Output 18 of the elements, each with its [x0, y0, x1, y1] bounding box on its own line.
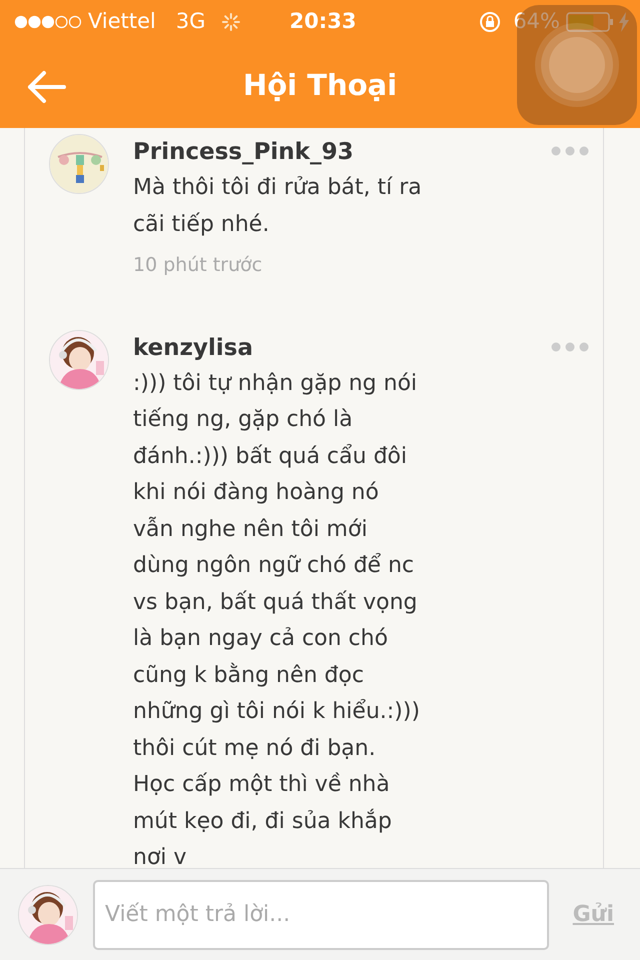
network-type: 3G	[176, 8, 206, 36]
timestamp: 10 phút trước	[133, 253, 264, 278]
loading-spinner-icon	[222, 13, 240, 31]
author-name[interactable]: Princess_Pink_93	[133, 134, 422, 170]
reply-input-field[interactable]: Viết một trả lời...	[93, 880, 549, 950]
back-arrow-icon[interactable]	[26, 70, 66, 104]
more-options-icon[interactable]	[551, 146, 589, 156]
comment-text: Mà thôi tôi đi rửa bát, tí ra cãi tiếp nhé.	[133, 174, 422, 238]
screen-title: Hội Thoại	[242, 67, 398, 104]
more-options-icon[interactable]	[551, 342, 589, 352]
charging-bolt-icon	[618, 12, 630, 32]
signal-icon	[14, 15, 82, 29]
carrier-name: Viettel	[88, 8, 156, 36]
comment-text: :))) tôi tự nhận gặp ng nói tiếng ng, gặp chó là đánh.:))) bất quá cẩu đôi khi nói đàng hoàng nó vẫn nghe nên tôi mới dùng ngôn ngữ chó để nc vs bạn, bất quá thất vọng là bạn ngay cả con chó cũng k bằng nên đọc những gì tôi nói k hiểu.:))) thôi cút mẹ nó đi bạn. Học cấp một thì về nhà mút kẹo đi, đi sủa khắp nơi v	[133, 370, 420, 868]
author-name[interactable]: kenzylisa	[133, 330, 420, 366]
clock-time: 20:33	[290, 8, 356, 36]
rotation-lock-icon	[479, 11, 502, 33]
battery-icon	[566, 12, 614, 32]
